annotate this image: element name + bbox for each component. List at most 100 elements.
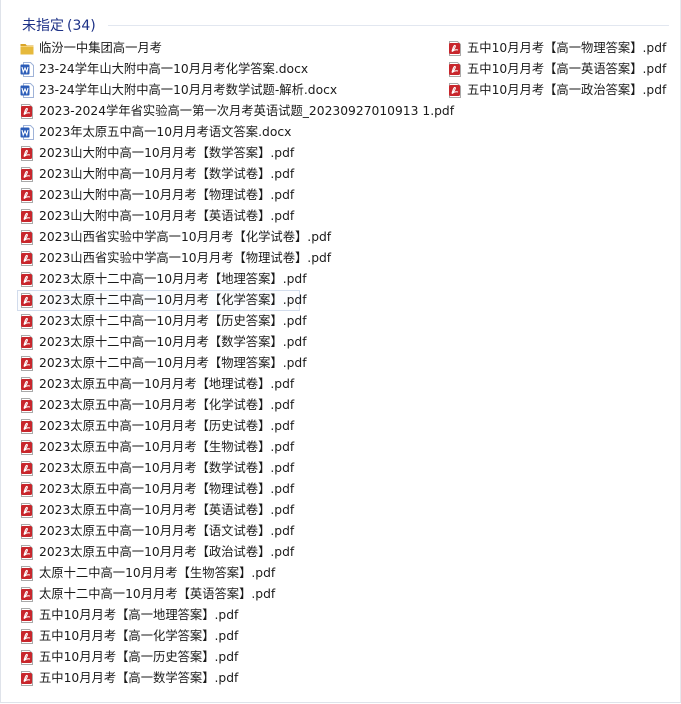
file-name: 五中10月月考【高一数学答案】.pdf	[39, 671, 239, 685]
pdf-icon	[20, 587, 34, 602]
file-item[interactable]: 2023太原十二中高一10月月考【物理答案】.pdf	[17, 353, 437, 374]
file-name: 2023太原五中高一10月月考【数学试卷】.pdf	[39, 461, 295, 475]
file-item[interactable]: 2023太原五中高一10月月考【历史试卷】.pdf	[17, 416, 437, 437]
file-item[interactable]: 2023太原十二中高一10月月考【数学答案】.pdf	[17, 332, 437, 353]
group-count: (34)	[67, 18, 96, 34]
file-name: 2023山大附中高一10月月考【英语试卷】.pdf	[39, 209, 295, 223]
file-item[interactable]: 五中10月月考【高一数学答案】.pdf	[17, 668, 437, 689]
pdf-icon	[20, 377, 34, 392]
file-item[interactable]: 五中10月月考【高一英语答案】.pdf	[445, 59, 675, 80]
file-item[interactable]: 2023太原十二中高一10月月考【历史答案】.pdf	[17, 311, 437, 332]
file-item[interactable]: 2023山大附中高一10月月考【物理试卷】.pdf	[17, 185, 437, 206]
pdf-icon	[20, 104, 34, 119]
file-item[interactable]: 2023太原五中高一10月月考【语文试卷】.pdf	[17, 521, 437, 542]
pdf-icon	[20, 419, 34, 434]
pdf-icon	[20, 272, 34, 287]
word-icon	[20, 83, 34, 98]
file-item[interactable]: 2023山大附中高一10月月考【数学答案】.pdf	[17, 143, 437, 164]
file-name: 2023太原五中高一10月月考【地理试卷】.pdf	[39, 377, 295, 391]
group-title: 未指定 (34)	[22, 15, 96, 35]
file-name: 2023太原五中高一10月月考【生物试卷】.pdf	[39, 440, 295, 454]
file-name: 五中10月月考【高一地理答案】.pdf	[39, 608, 239, 622]
file-name: 2023太原十二中高一10月月考【数学答案】.pdf	[39, 335, 307, 349]
pdf-icon	[20, 293, 34, 308]
file-name: 2023太原十二中高一10月月考【历史答案】.pdf	[39, 314, 307, 328]
pdf-icon	[20, 524, 34, 539]
file-item[interactable]: 太原十二中高一10月月考【生物答案】.pdf	[17, 563, 437, 584]
file-item[interactable]: 2023太原十二中高一10月月考【化学答案】.pdf	[17, 290, 307, 311]
file-item[interactable]: 2023太原五中高一10月月考【地理试卷】.pdf	[17, 374, 437, 395]
file-name: 2023-2024学年省实验高一第一次月考英语试题_20230927010913…	[39, 104, 455, 118]
file-item[interactable]: 五中10月月考【高一物理答案】.pdf	[445, 38, 675, 59]
group-divider	[108, 25, 669, 26]
file-item[interactable]: 2023太原五中高一10月月考【生物试卷】.pdf	[17, 437, 437, 458]
file-name: 2023太原五中高一10月月考【语文试卷】.pdf	[39, 524, 295, 538]
file-item[interactable]: 2023太原五中高一10月月考【物理试卷】.pdf	[17, 479, 437, 500]
file-item[interactable]: 2023山西省实验中学高一10月月考【物理试卷】.pdf	[17, 248, 437, 269]
word-icon	[20, 62, 34, 77]
file-name: 23-24学年山大附中高一10月月考数学试题-解析.docx	[39, 83, 338, 97]
file-name: 23-24学年山大附中高一10月月考化学答案.docx	[39, 62, 309, 76]
group-header[interactable]: 未指定 (34)	[0, 8, 681, 42]
file-name: 五中10月月考【高一物理答案】.pdf	[467, 41, 667, 55]
file-name: 五中10月月考【高一政治答案】.pdf	[467, 83, 667, 97]
file-item[interactable]: 五中10月月考【高一政治答案】.pdf	[445, 80, 675, 101]
file-item[interactable]: 2023太原五中高一10月月考【政治试卷】.pdf	[17, 542, 437, 563]
pdf-icon	[448, 62, 462, 77]
file-name: 2023太原五中高一10月月考【物理试卷】.pdf	[39, 482, 295, 496]
file-name: 五中10月月考【高一历史答案】.pdf	[39, 650, 239, 664]
pdf-icon	[20, 566, 34, 581]
pdf-icon	[20, 335, 34, 350]
file-item[interactable]: 2023太原十二中高一10月月考【地理答案】.pdf	[17, 269, 437, 290]
file-name: 2023太原五中高一10月月考【历史试卷】.pdf	[39, 419, 295, 433]
file-name: 2023山大附中高一10月月考【数学试卷】.pdf	[39, 167, 295, 181]
file-name: 太原十二中高一10月月考【生物答案】.pdf	[39, 566, 276, 580]
file-name: 2023太原十二中高一10月月考【物理答案】.pdf	[39, 356, 307, 370]
file-item[interactable]: 2023山西省实验中学高一10月月考【化学试卷】.pdf	[17, 227, 437, 248]
file-item[interactable]: 23-24学年山大附中高一10月月考化学答案.docx	[17, 59, 437, 80]
pdf-icon	[20, 482, 34, 497]
file-item[interactable]: 2023太原五中高一10月月考【数学试卷】.pdf	[17, 458, 437, 479]
pdf-icon	[20, 650, 34, 665]
file-item[interactable]: 2023太原五中高一10月月考【化学试卷】.pdf	[17, 395, 437, 416]
pdf-icon	[20, 188, 34, 203]
file-name: 2023山大附中高一10月月考【数学答案】.pdf	[39, 146, 295, 160]
pdf-icon	[20, 440, 34, 455]
file-column-1: 临汾一中集团高一月考 23-24学年山大附中高一10月月考化学答案.docx 23-…	[17, 38, 454, 689]
file-item[interactable]: 五中10月月考【高一地理答案】.pdf	[17, 605, 437, 626]
file-item[interactable]: 五中10月月考【高一化学答案】.pdf	[17, 626, 437, 647]
file-name: 五中10月月考【高一化学答案】.pdf	[39, 629, 239, 643]
folder-item[interactable]: 临汾一中集团高一月考	[17, 38, 437, 59]
file-name: 2023山西省实验中学高一10月月考【物理试卷】.pdf	[39, 251, 332, 265]
file-item[interactable]: 2023太原五中高一10月月考【英语试卷】.pdf	[17, 500, 437, 521]
file-item[interactable]: 2023山大附中高一10月月考【英语试卷】.pdf	[17, 206, 437, 227]
pdf-icon	[448, 83, 462, 98]
file-name: 2023山大附中高一10月月考【物理试卷】.pdf	[39, 188, 295, 202]
group-title-text: 未指定	[22, 18, 64, 34]
pdf-icon	[20, 251, 34, 266]
file-item[interactable]: 2023年太原五中高一10月月考语文答案.docx	[17, 122, 437, 143]
pdf-icon	[20, 608, 34, 623]
file-name: 2023太原十二中高一10月月考【地理答案】.pdf	[39, 272, 307, 286]
file-column-2: 五中10月月考【高一物理答案】.pdf 五中10月月考【高一英语答案】.pdf 五中…	[445, 38, 675, 101]
pdf-icon	[448, 41, 462, 56]
pdf-icon	[20, 629, 34, 644]
pdf-icon	[20, 356, 34, 371]
pdf-icon	[20, 230, 34, 245]
file-item[interactable]: 2023山大附中高一10月月考【数学试卷】.pdf	[17, 164, 437, 185]
file-name: 五中10月月考【高一英语答案】.pdf	[467, 62, 667, 76]
file-item[interactable]: 五中10月月考【高一历史答案】.pdf	[17, 647, 437, 668]
file-name: 2023太原五中高一10月月考【化学试卷】.pdf	[39, 398, 295, 412]
pdf-icon	[20, 314, 34, 329]
pdf-icon	[20, 146, 34, 161]
file-name: 2023年太原五中高一10月月考语文答案.docx	[39, 125, 292, 139]
file-name: 2023太原十二中高一10月月考【化学答案】.pdf	[39, 293, 307, 307]
folder-icon	[20, 41, 34, 56]
pdf-icon	[20, 503, 34, 518]
file-item[interactable]: 23-24学年山大附中高一10月月考数学试题-解析.docx	[17, 80, 437, 101]
pdf-icon	[20, 209, 34, 224]
file-name: 2023山西省实验中学高一10月月考【化学试卷】.pdf	[39, 230, 332, 244]
word-icon	[20, 125, 34, 140]
file-item[interactable]: 太原十二中高一10月月考【英语答案】.pdf	[17, 584, 437, 605]
file-item[interactable]: 2023-2024学年省实验高一第一次月考英语试题_20230927010913…	[17, 101, 454, 122]
